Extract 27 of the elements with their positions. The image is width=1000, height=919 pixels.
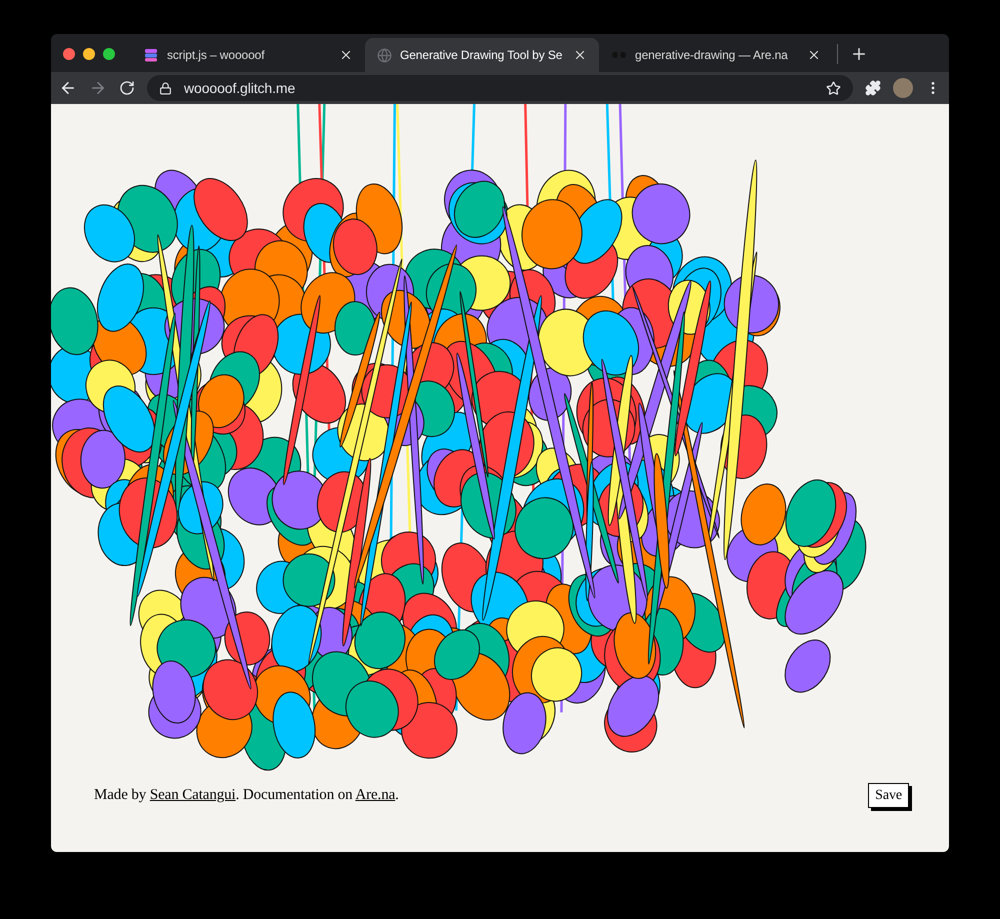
extensions-icon[interactable] — [865, 80, 881, 96]
tab-title: Generative Drawing Tool by Se — [400, 47, 564, 64]
address-bar[interactable]: wooooof.glitch.me — [147, 75, 853, 101]
url-text: wooooof.glitch.me — [184, 78, 296, 98]
layers-icon — [143, 47, 159, 63]
tab-title: generative-drawing — Are.na — [635, 47, 789, 64]
tab-title: script.js – wooooof — [167, 47, 266, 64]
back-icon[interactable] — [59, 79, 77, 97]
close-window-button[interactable] — [63, 48, 75, 60]
close-tab-icon[interactable] — [573, 48, 587, 62]
reload-icon[interactable] — [119, 80, 135, 96]
browser-tab[interactable]: Generative Drawing Tool by Se — [365, 38, 599, 72]
author-link[interactable]: Sean Catangui — [150, 787, 236, 804]
lock-icon — [159, 82, 172, 94]
new-tab-icon[interactable] — [850, 45, 868, 63]
close-tab-icon[interactable] — [807, 48, 821, 62]
save-button[interactable]: Save — [868, 783, 909, 808]
credits-text: Made by Sean Catangui. Documentation on Are.na. — [94, 786, 399, 806]
bookmark-star-icon[interactable] — [826, 80, 841, 96]
close-tab-icon[interactable] — [339, 48, 353, 62]
docs-link[interactable]: Are.na — [355, 787, 396, 804]
browser-tab[interactable]: generative-drawing — Are.na — [599, 38, 833, 72]
browser-tab[interactable]: script.js – wooooof — [131, 38, 365, 72]
minimize-window-button[interactable] — [83, 48, 95, 60]
maximize-window-button[interactable] — [103, 48, 115, 60]
globe-icon — [377, 48, 392, 62]
profile-avatar[interactable] — [893, 78, 913, 98]
